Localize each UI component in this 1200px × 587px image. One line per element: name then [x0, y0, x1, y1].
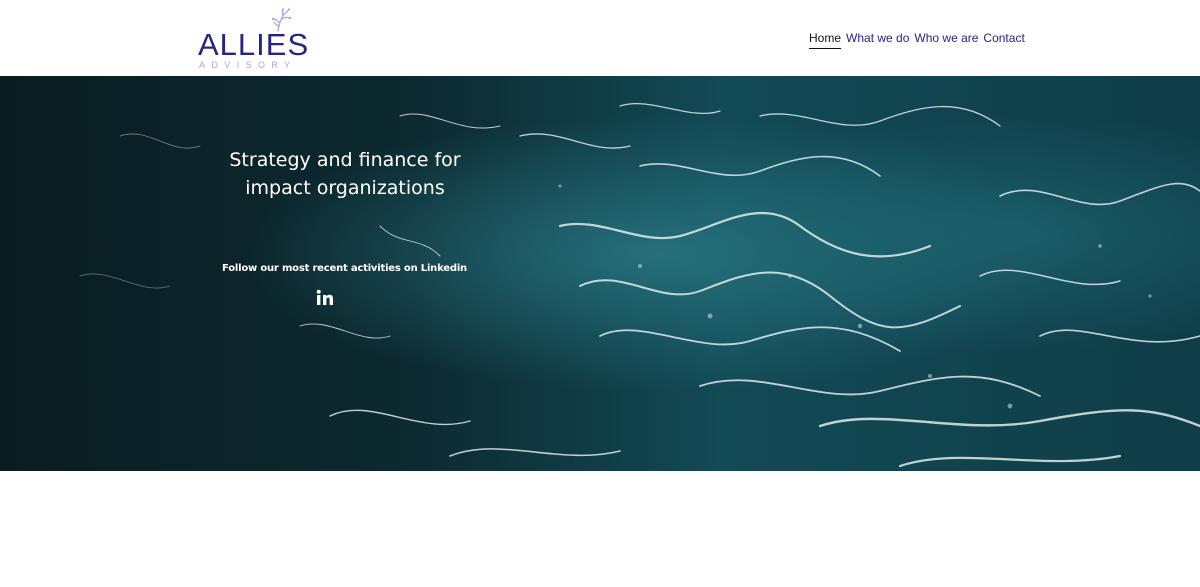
hero-banner: Strategy and finance for impact organiza… — [0, 76, 1200, 471]
nav-what-we-do[interactable]: What we do — [846, 31, 909, 49]
logo-wordmark: ALLIES — [198, 27, 310, 62]
ocean-background-image — [0, 76, 1200, 471]
linkedin-icon[interactable] — [315, 288, 335, 308]
site-header: ALLIES ADVISORY Home What we do Who we a… — [0, 0, 1200, 76]
nav-who-we-are[interactable]: Who we are — [914, 31, 978, 49]
content-area-blank — [0, 471, 1200, 587]
hero-headline: Strategy and finance for impact organiza… — [229, 149, 461, 199]
logo-tagline: ADVISORY — [199, 60, 297, 70]
allies-advisory-logo[interactable]: ALLIES ADVISORY — [196, 6, 312, 72]
main-navigation: Home What we do Who we are Contact — [809, 31, 1030, 49]
linkedin-follow-text: Follow our most recent activities on Lin… — [222, 263, 467, 274]
nav-home[interactable]: Home — [809, 31, 842, 49]
nav-contact[interactable]: Contact — [983, 31, 1024, 49]
